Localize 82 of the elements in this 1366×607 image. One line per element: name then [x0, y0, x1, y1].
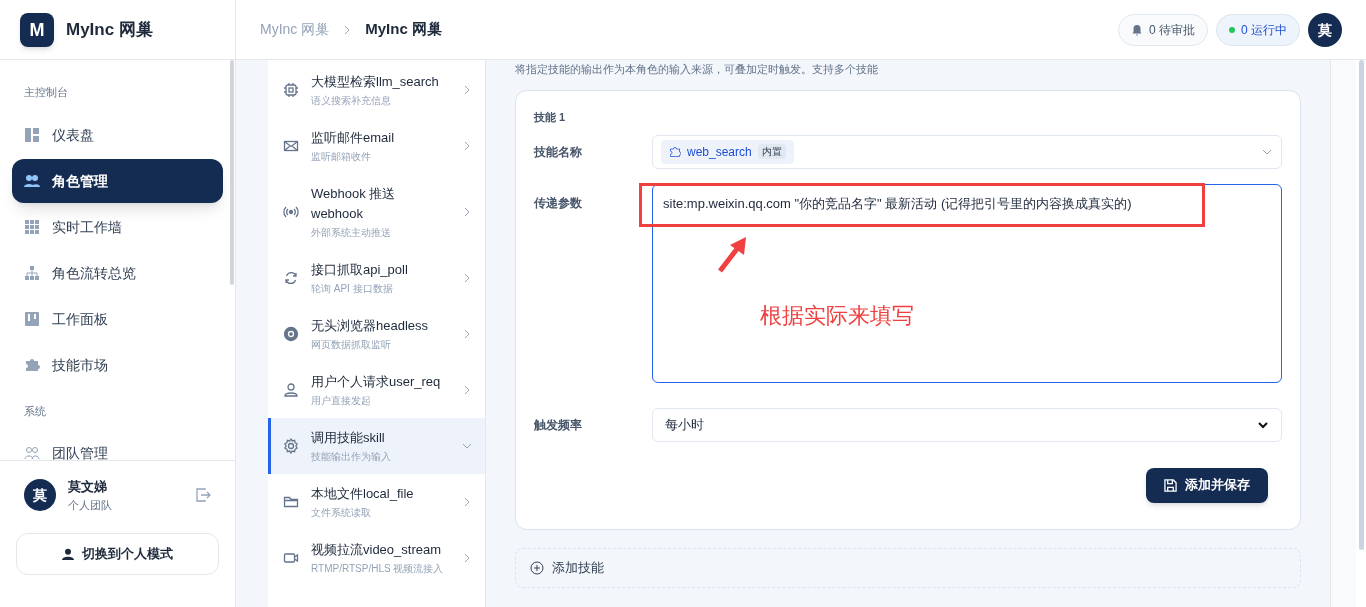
- source-item[interactable]: 监听邮件email 监听邮箱收件: [268, 118, 485, 174]
- logo: M: [20, 12, 54, 47]
- section-title: 主控制台: [23, 85, 69, 100]
- source-title: 视频拉流video_stream: [311, 541, 443, 559]
- source-title: 接口抓取api_poll: [311, 261, 409, 279]
- source-title: Webhook 推送 webhook: [311, 185, 397, 223]
- dashboard-icon: [24, 126, 40, 143]
- builtin-tag: 内置: [757, 144, 786, 159]
- hierarchy-icon: [24, 264, 40, 281]
- users-icon: [24, 172, 40, 189]
- source-description: 监听邮箱收件: [311, 150, 372, 164]
- switch-mode-button[interactable]: 切换到个人模式: [16, 533, 219, 575]
- nav-item[interactable]: 实时工作墙: [12, 204, 223, 249]
- mail-icon: [283, 138, 299, 154]
- source-item[interactable]: 大模型检索llm_search 语义搜索补充信息: [268, 62, 485, 118]
- nav-item[interactable]: 技能市场: [12, 342, 223, 387]
- add-skill-button[interactable]: 添加技能: [515, 547, 1301, 588]
- logout-icon[interactable]: [195, 487, 211, 503]
- source-description: 用户直接发起: [311, 394, 372, 408]
- source-description: 外部系统主动推送: [311, 226, 392, 240]
- source-description: 技能输出作为输入: [311, 450, 392, 464]
- source-description: 轮询 API 接口数据: [311, 282, 394, 296]
- chip-icon: [283, 82, 299, 98]
- user-icon: [283, 382, 299, 398]
- skill-select[interactable]: web_search 内置: [652, 134, 1282, 169]
- nav-item[interactable]: 角色管理: [12, 158, 223, 203]
- running-badge[interactable]: 0 运行中: [1216, 13, 1300, 46]
- board-icon: [24, 310, 40, 327]
- user-team: 个人团队: [68, 497, 113, 513]
- video-camera-icon: [283, 550, 299, 566]
- source-title: 调用技能skill: [311, 429, 386, 447]
- card-title: 技能 1: [534, 110, 567, 125]
- avatar[interactable]: 莫: [1308, 12, 1342, 47]
- source-title: 大模型检索llm_search: [311, 73, 440, 91]
- puzzle-icon: [669, 145, 681, 158]
- source-description: RTMP/RTSP/HLS 视频流接入: [311, 562, 445, 576]
- pending-badge[interactable]: 0 待审批: [1117, 13, 1208, 46]
- source-title: 用户个人请求user_req: [311, 373, 442, 391]
- puzzle-icon: [24, 356, 40, 373]
- skill-chip: web_search 内置: [661, 139, 794, 164]
- source-item[interactable]: 无头浏览器headless 网页数据抓取监听: [268, 306, 485, 362]
- source-title: 本地文件local_file: [311, 485, 415, 503]
- team-icon: [24, 445, 40, 460]
- user-avatar: 莫: [24, 479, 56, 511]
- broadcast-icon: [283, 204, 299, 220]
- source-item[interactable]: 调用技能skill 技能输出作为输入: [268, 418, 485, 474]
- hint-text: 将指定技能的输出作为本角色的输入来源，可叠加定时触发。支持多个技能: [515, 62, 879, 76]
- annotation-note: 根据实际来填写: [760, 302, 914, 330]
- nav-item[interactable]: 角色流转总览: [12, 250, 223, 295]
- frequency-select[interactable]: 每小时: [652, 407, 1282, 442]
- source-item[interactable]: 接口抓取api_poll 轮询 API 接口数据: [268, 250, 485, 306]
- user-icon: [62, 548, 74, 560]
- source-description: 文件系统读取: [311, 506, 372, 520]
- source-item[interactable]: Webhook 推送 webhook 外部系统主动推送: [268, 174, 485, 250]
- source-description: 语义搜索补充信息: [311, 94, 392, 108]
- field-label: 传递参数: [534, 194, 583, 212]
- bell-icon: [1130, 23, 1143, 36]
- source-title: 无头浏览器headless: [311, 317, 430, 335]
- brand-name: MyInc 网巢: [66, 18, 153, 41]
- save-button[interactable]: 添加并保存: [1146, 467, 1268, 503]
- settings-icon: [283, 438, 299, 454]
- refresh-icon: [283, 270, 299, 286]
- nav-item[interactable]: 团队管理: [12, 431, 223, 460]
- grid-icon: [24, 218, 40, 235]
- save-icon: [1164, 478, 1177, 492]
- section-title: 系统: [23, 403, 47, 419]
- user-name: 莫文娣: [68, 478, 108, 496]
- source-description: 网页数据抓取监听: [311, 338, 392, 352]
- nav-item[interactable]: 仪表盘: [12, 112, 223, 157]
- folder-icon: [283, 494, 299, 510]
- breadcrumb-current: MyInc 网巢: [365, 19, 442, 40]
- source-item[interactable]: 视频拉流video_stream RTMP/RTSP/HLS 视频流接入: [268, 530, 485, 586]
- field-label: 技能名称: [534, 143, 583, 161]
- browser-icon: [283, 326, 299, 342]
- scrollbar[interactable]: [1358, 60, 1364, 550]
- source-title: 监听邮件email: [311, 129, 396, 147]
- annotation-arrow: [716, 237, 748, 273]
- plus-circle-icon: [530, 560, 544, 575]
- field-label: 触发频率: [534, 416, 583, 434]
- source-item[interactable]: 用户个人请求user_req 用户直接发起: [268, 362, 485, 418]
- nav-item[interactable]: 工作面板: [12, 296, 223, 341]
- source-item[interactable]: 本地文件local_file 文件系统读取: [268, 474, 485, 530]
